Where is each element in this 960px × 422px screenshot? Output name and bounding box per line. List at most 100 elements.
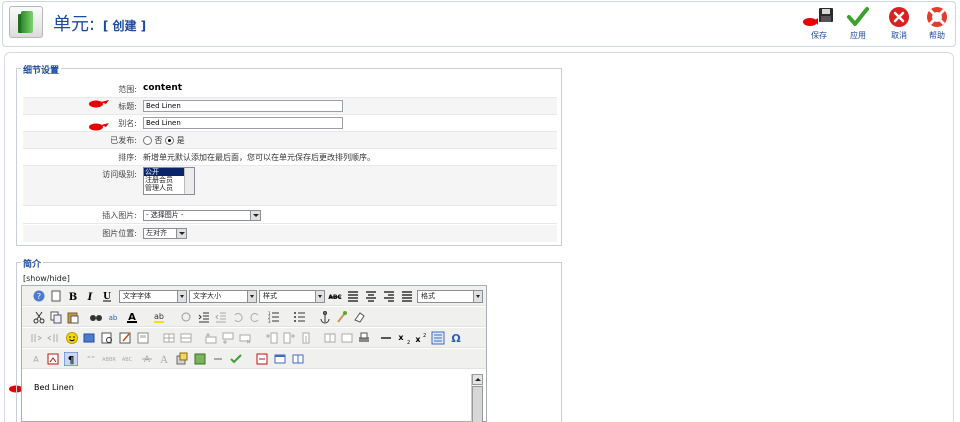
align-center-icon[interactable]: [364, 289, 378, 303]
delete-col-icon[interactable]: [299, 331, 313, 345]
table-props-icon[interactable]: [179, 331, 193, 345]
svg-text:3: 3: [268, 319, 271, 324]
apply-button[interactable]: 应用: [839, 5, 877, 45]
save-button[interactable]: 保存: [800, 5, 838, 45]
edit-image-icon[interactable]: [118, 331, 132, 345]
replace-icon[interactable]: ab: [106, 310, 120, 324]
editor-toolbar-row-3: x2 x2 Ω: [22, 328, 486, 348]
editor-scrollbar[interactable]: [471, 374, 483, 422]
indent-icon[interactable]: [197, 310, 211, 324]
image-icon[interactable]: [193, 352, 207, 366]
preview-icon[interactable]: [100, 331, 114, 345]
intro-legend: 简介: [21, 257, 44, 270]
details-legend: 细节设置: [21, 63, 62, 76]
highlight-color-icon[interactable]: ab: [152, 310, 166, 324]
cancel-icon: [889, 7, 909, 27]
copy-icon[interactable]: [49, 310, 63, 324]
help-button[interactable]: 帮助: [918, 5, 956, 45]
insert-table-icon[interactable]: [431, 331, 445, 345]
quote-icon[interactable]: “”: [84, 352, 98, 366]
ins-icon[interactable]: A: [157, 352, 171, 366]
del-icon[interactable]: A: [140, 352, 154, 366]
new-document-icon[interactable]: [49, 289, 63, 303]
svg-text:B: B: [69, 292, 77, 303]
spellcheck-icon[interactable]: [229, 352, 243, 366]
editor-content-area[interactable]: Bed Linen: [22, 371, 486, 421]
merge-cells-icon[interactable]: [340, 331, 354, 345]
scroll-up-icon[interactable]: [472, 374, 483, 385]
link-icon[interactable]: [211, 352, 225, 366]
cut-icon[interactable]: [32, 310, 46, 324]
bold-icon[interactable]: B: [66, 289, 80, 303]
col-before-icon[interactable]: [265, 331, 279, 345]
paragraph-icon[interactable]: ¶: [64, 352, 78, 366]
underline-icon[interactable]: U: [100, 289, 114, 303]
superscript-icon[interactable]: x2: [413, 331, 427, 345]
chevron-down-icon: [250, 211, 260, 220]
cleanup-icon[interactable]: [335, 310, 349, 324]
image-position-select[interactable]: 左对齐: [143, 228, 187, 239]
italic-icon[interactable]: I: [83, 289, 97, 303]
image-red-icon[interactable]: [46, 352, 60, 366]
help-icon[interactable]: ?: [32, 289, 46, 303]
rtl-icon[interactable]: [46, 331, 60, 345]
scrollbar-thumb[interactable]: [472, 386, 483, 422]
html-source-icon[interactable]: [291, 352, 305, 366]
ltr-icon[interactable]: [29, 331, 43, 345]
media-icon[interactable]: [82, 331, 96, 345]
col-after-icon[interactable]: [282, 331, 296, 345]
section-row: 范围: content: [23, 81, 557, 98]
font-family-select[interactable]: 文字字体: [119, 290, 187, 303]
anchor-icon[interactable]: [318, 310, 332, 324]
delete-row-icon[interactable]: [238, 331, 252, 345]
strikethrough-icon[interactable]: ABC: [328, 289, 342, 303]
bullet-list-icon[interactable]: [292, 310, 306, 324]
row-before-icon[interactable]: [204, 331, 218, 345]
find-icon[interactable]: [89, 310, 103, 324]
print-icon[interactable]: [357, 331, 371, 345]
title-label: 标题:: [118, 102, 137, 111]
emoticon-icon[interactable]: [65, 331, 79, 345]
published-yes-radio[interactable]: [165, 136, 175, 145]
title-field[interactable]: [143, 100, 343, 112]
row-after-icon[interactable]: [221, 331, 235, 345]
undo-icon[interactable]: [231, 310, 245, 324]
page-break-icon[interactable]: [255, 352, 269, 366]
align-right-icon[interactable]: [382, 289, 396, 303]
eraser-icon[interactable]: [352, 310, 366, 324]
svg-text:2: 2: [423, 333, 426, 339]
template-icon[interactable]: [136, 331, 150, 345]
split-cells-icon[interactable]: [323, 331, 337, 345]
published-no-radio[interactable]: [143, 136, 152, 145]
horizontal-rule-icon[interactable]: [379, 331, 393, 345]
redo-icon[interactable]: [248, 310, 262, 324]
fullscreen-icon[interactable]: [273, 352, 287, 366]
image-select[interactable]: - 选择图片 -: [143, 210, 261, 221]
subscript-icon[interactable]: x2: [396, 331, 410, 345]
acronym-icon[interactable]: ABC: [120, 352, 134, 366]
paste-icon[interactable]: [66, 310, 80, 324]
table-icon[interactable]: [162, 331, 176, 345]
outdent-icon[interactable]: [214, 310, 228, 324]
style-select[interactable]: 样式: [259, 290, 325, 303]
access-listbox[interactable]: 公开 注册会员 管理人员: [143, 167, 195, 195]
text-color-icon[interactable]: A: [125, 310, 139, 324]
lifebuoy-icon: [927, 7, 947, 27]
page: 单元: [ 创建 ] 保存 应用 取消 帮助 细节设置 范围: content …: [0, 0, 960, 422]
cancel-button[interactable]: 取消: [880, 5, 918, 45]
insert-layer-icon[interactable]: [175, 352, 189, 366]
page-subtitle: [ 创建 ]: [102, 19, 147, 33]
align-justify-icon[interactable]: [400, 289, 414, 303]
alias-field[interactable]: [143, 117, 343, 129]
special-char-icon[interactable]: Ω: [449, 331, 463, 345]
access-scrollbar[interactable]: [184, 168, 194, 194]
numbered-list-icon[interactable]: 123: [266, 310, 280, 324]
abbr-icon[interactable]: ABBR: [102, 352, 116, 366]
align-left-icon[interactable]: [346, 289, 360, 303]
show-hide-link[interactable]: [show/hide]: [23, 274, 70, 283]
format-select[interactable]: 格式: [417, 290, 483, 303]
chevron-down-icon: [176, 229, 186, 238]
font-size-select[interactable]: 文字大小: [189, 290, 257, 303]
remove-format-icon[interactable]: [179, 310, 193, 324]
visual-aid-icon[interactable]: A: [29, 352, 43, 366]
